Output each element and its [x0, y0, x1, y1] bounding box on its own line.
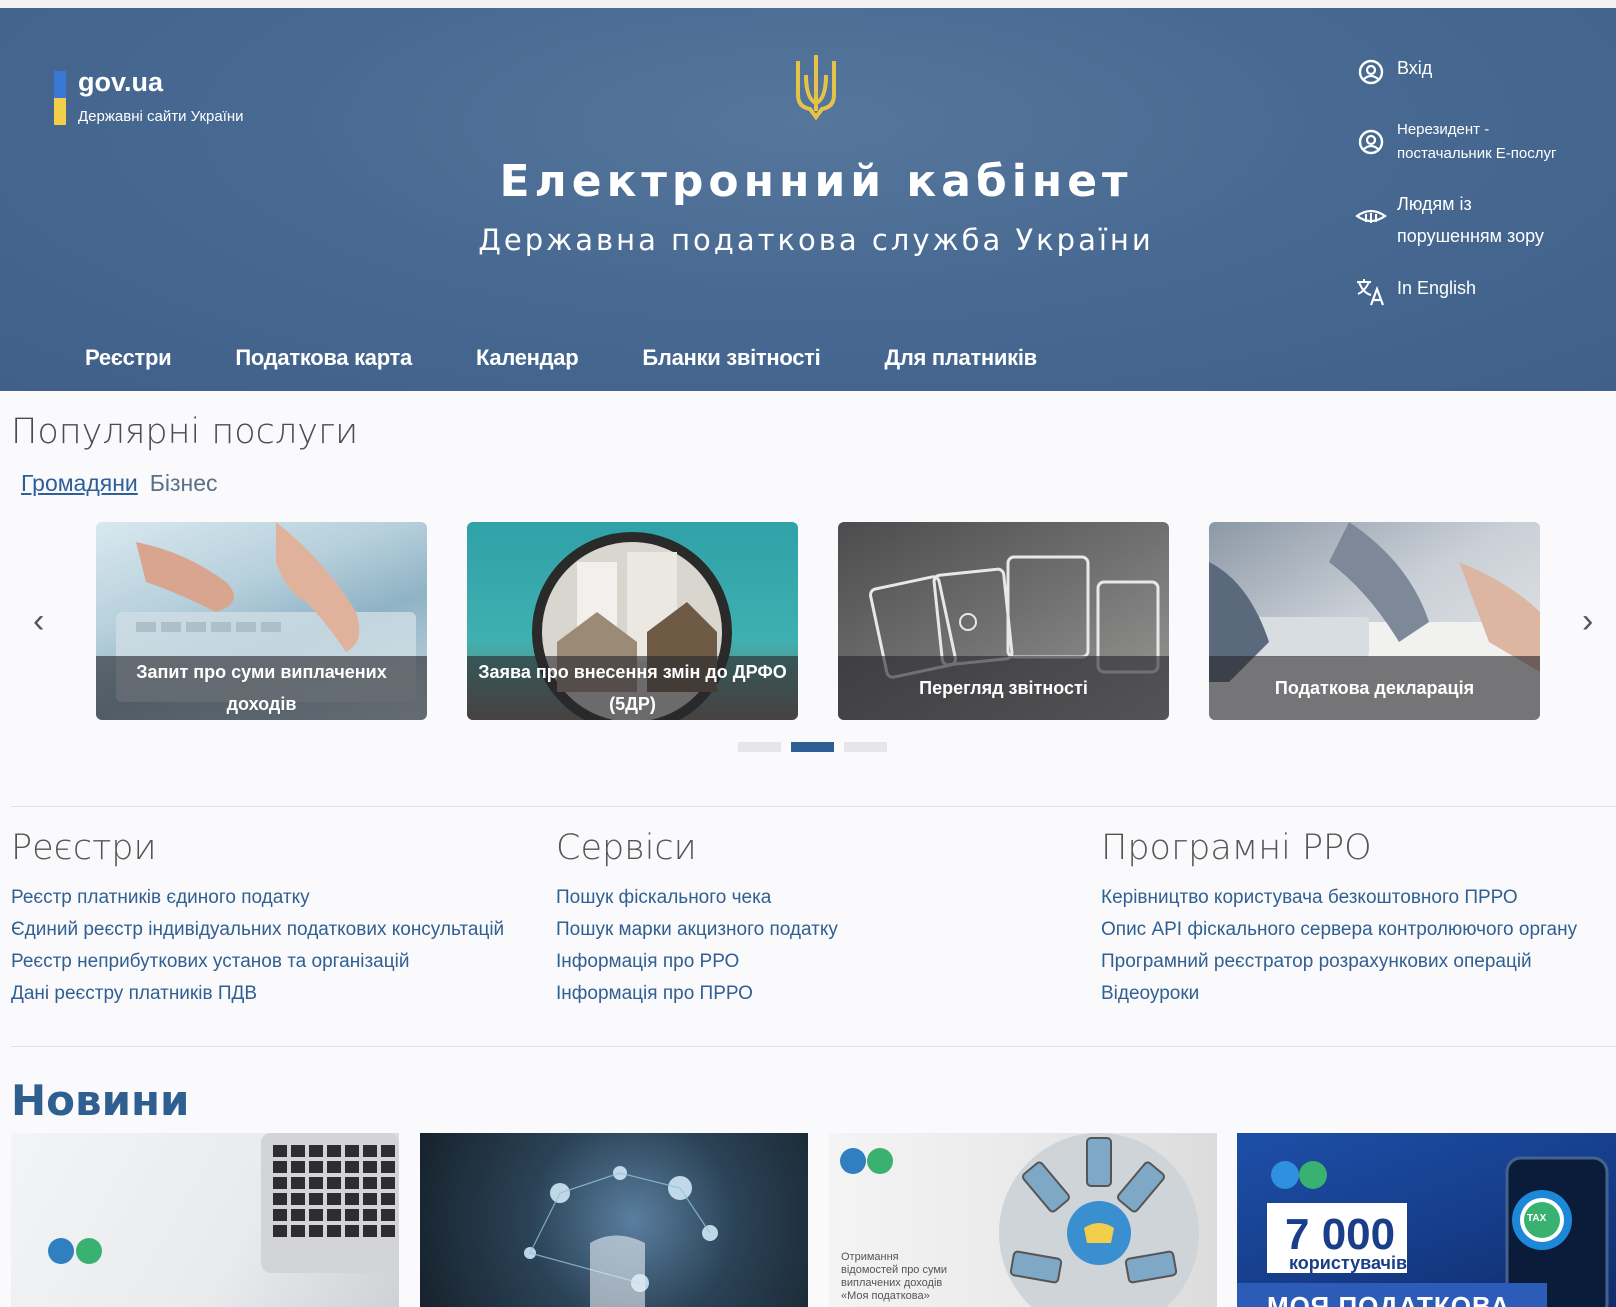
services-section: Сервіси Пошук фіскального чека Пошук мар…: [556, 828, 838, 1010]
software-rro-section: Програмні РРО Керівництво користувача бе…: [1101, 828, 1577, 1010]
service-card-drfo-change[interactable]: Заява про внесення змін до ДРФО (5ДР): [467, 522, 798, 720]
login-label: Вхід: [1397, 58, 1433, 78]
network-image: [524, 1166, 718, 1307]
divider: [11, 1046, 1616, 1047]
carousel-dot[interactable]: [738, 742, 781, 752]
top-strip: [0, 0, 1616, 8]
divider: [11, 806, 1616, 807]
trident-icon: [796, 55, 836, 121]
nav-registers[interactable]: Реєстри: [85, 345, 172, 371]
nonresident-label: Нерезидент - постачальник Е-послуг: [1397, 118, 1557, 166]
news-card-text-line: «Моя податкова»: [841, 1290, 930, 1302]
service-card-caption: Запит про суми виплачених доходів: [96, 656, 427, 720]
laptop-image: [48, 1133, 399, 1273]
accessibility-label-line2: порушенням зору: [1397, 226, 1544, 246]
services-link[interactable]: Інформація про ПРРО: [556, 978, 838, 1010]
ua-flag-icon: [54, 71, 66, 125]
audience-tabs: Громадяни Бізнес: [21, 470, 218, 497]
nav-calendar[interactable]: Календар: [476, 345, 579, 371]
services-link[interactable]: Інформація про РРО: [556, 946, 838, 978]
software-rro-link[interactable]: Програмний реєстратор розрахункових опер…: [1101, 946, 1577, 978]
nav-report-forms[interactable]: Бланки звітності: [642, 345, 820, 371]
eye-icon: [1355, 202, 1387, 234]
registers-link[interactable]: Дані реєстру платників ПДВ: [11, 978, 504, 1010]
gov-ua-subtitle: Державні сайти України: [78, 108, 244, 125]
news-card-text-line: відомостей про суми: [841, 1264, 948, 1276]
carousel-dot[interactable]: [844, 742, 887, 752]
translate-icon: [1355, 276, 1387, 308]
services-link[interactable]: Пошук фіскального чека: [556, 882, 838, 914]
accessibility-label: Людям із порушенням зору: [1397, 188, 1544, 252]
site-header: gov.ua Державні сайти України Електронни…: [0, 8, 1616, 391]
english-label: In English: [1397, 278, 1477, 298]
accessibility-link[interactable]: Людям із порушенням зору: [1355, 188, 1544, 252]
registers-title: Реєстри: [11, 828, 157, 868]
service-card-income-request[interactable]: Запит про суми виплачених доходів: [96, 522, 427, 720]
tab-business[interactable]: Бізнес: [150, 470, 218, 497]
news-card-text-line: виплачених доходів: [841, 1277, 943, 1289]
service-card-tax-declaration[interactable]: Податкова декларація: [1209, 522, 1540, 720]
news-card-text-line: Отримання: [841, 1251, 899, 1263]
software-rro-link[interactable]: Опис API фіскального сервера контролюючо…: [1101, 914, 1577, 946]
carousel-prev-button[interactable]: ‹: [33, 604, 44, 638]
user-circle-icon: [1355, 56, 1387, 88]
software-rro-link[interactable]: Керівництво користувача безкоштовного ПР…: [1101, 882, 1577, 914]
login-link[interactable]: Вхід: [1355, 56, 1432, 88]
registers-link[interactable]: Єдиний реєстр індивідуальних податкових …: [11, 914, 504, 946]
tax-badge: TAX: [1527, 1213, 1547, 1224]
nav-for-payers[interactable]: Для платників: [884, 345, 1037, 371]
gov-ua-title: gov.ua: [78, 67, 164, 97]
news-card[interactable]: Отримання відомостей про суми виплачених…: [829, 1133, 1217, 1307]
service-card-reports[interactable]: Перегляд звітності: [838, 522, 1169, 720]
services-title: Сервіси: [556, 828, 697, 868]
service-card-caption: Заява про внесення змін до ДРФО (5ДР): [467, 656, 798, 720]
user-circle-icon: [1355, 126, 1387, 158]
service-card-caption: Податкова декларація: [1209, 656, 1540, 720]
carousel-indicators: [738, 742, 887, 752]
carousel-next-button[interactable]: ›: [1582, 604, 1593, 638]
chevron-right-icon: ›: [1582, 602, 1594, 640]
tab-citizens[interactable]: Громадяни: [21, 470, 138, 497]
service-card-caption: Перегляд звітності: [838, 656, 1169, 720]
software-rro-link[interactable]: Відеоуроки: [1101, 978, 1577, 1010]
registers-section: Реєстри Реєстр платників єдиного податку…: [11, 828, 504, 1010]
users-label: користувачів: [1289, 1253, 1408, 1273]
carousel-dot-active[interactable]: [791, 742, 834, 752]
nav-tax-map[interactable]: Податкова карта: [235, 345, 412, 371]
news-card[interactable]: [11, 1133, 399, 1307]
english-link[interactable]: In English: [1355, 276, 1476, 308]
users-count: 7 000: [1285, 1210, 1396, 1259]
software-rro-title: Програмні РРО: [1101, 828, 1372, 868]
popular-services-title: Популярні послуги: [11, 412, 359, 452]
nonresident-label-line2: постачальник Е-послуг: [1397, 145, 1557, 162]
registers-link[interactable]: Реєстр платників єдиного податку: [11, 882, 504, 914]
accessibility-label-line1: Людям із: [1397, 194, 1472, 214]
news-card[interactable]: 7 000 користувачів TAX МОЯ ПОДАТКОВА: [1237, 1133, 1616, 1307]
news-title: Новини: [11, 1076, 190, 1125]
news-card[interactable]: [420, 1133, 808, 1307]
registers-link[interactable]: Реєстр неприбуткових установ та організа…: [11, 946, 504, 978]
services-link[interactable]: Пошук марки акцизного податку: [556, 914, 838, 946]
nonresident-link[interactable]: Нерезидент - постачальник Е-послуг: [1355, 118, 1557, 166]
news-card-text: Отримання відомостей про суми виплачених…: [841, 1251, 947, 1303]
main-nav: Реєстри Податкова карта Календар Бланки …: [85, 345, 1101, 371]
nonresident-label-line1: Нерезидент -: [1397, 121, 1490, 138]
my-tax-banner: МОЯ ПОДАТКОВА: [1267, 1291, 1511, 1307]
chevron-left-icon: ‹: [33, 602, 45, 640]
